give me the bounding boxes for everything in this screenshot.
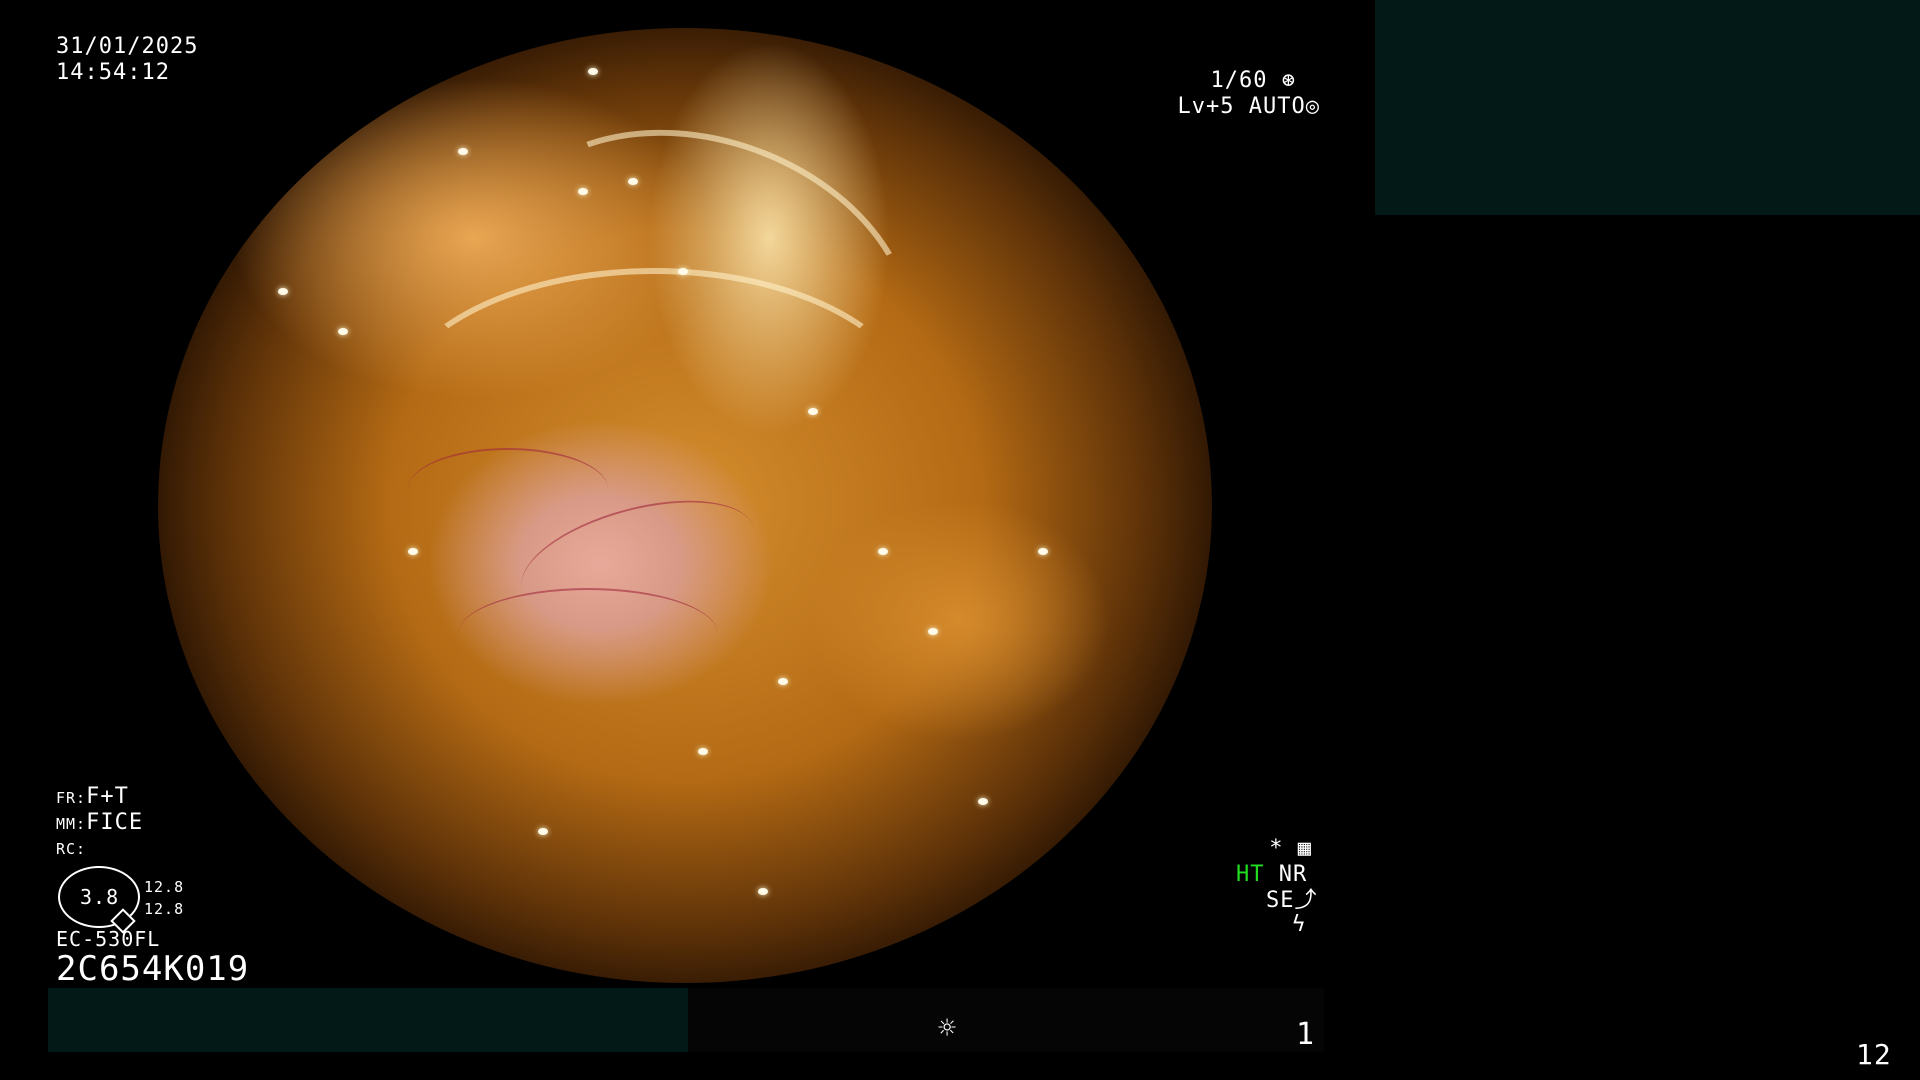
specular-highlight (678, 268, 688, 275)
star-indicator: * ▦ (1240, 836, 1312, 862)
ht-nr-status: HT NR (1236, 862, 1307, 888)
mm-value: FICE (86, 810, 144, 835)
se-text: SE (1266, 888, 1295, 913)
zoom-dial: 3.8 (58, 866, 140, 934)
aperture-icon: ◎ (1305, 94, 1320, 119)
nr-text: NR (1278, 862, 1308, 887)
page-number: 12 (1856, 1038, 1892, 1071)
fr-value: F+T (86, 784, 129, 809)
ht-text: HT (1236, 862, 1265, 887)
bottom-bar (688, 988, 1324, 1052)
specular-highlight (698, 748, 708, 755)
shutter-speed: 1/60 ⊛ (1150, 68, 1296, 94)
time-text: 14:54:12 (56, 60, 170, 85)
specular-highlight (878, 548, 888, 555)
exposure-info: Lv+5 AUTO◎ (1150, 94, 1320, 120)
vessel (458, 588, 718, 680)
star-text: * (1269, 836, 1284, 861)
specular-highlight (588, 68, 598, 75)
specular-highlight (1038, 548, 1048, 555)
lightning-icon: ϟ (1292, 912, 1307, 937)
mm-label: MM: (56, 815, 87, 833)
shutter-icon: ⊛ (1281, 68, 1296, 93)
shutter-value: 1/60 (1210, 68, 1268, 93)
specular-highlight (758, 888, 768, 895)
vessel (408, 448, 608, 530)
fr-label: FR: (56, 789, 87, 807)
endoscope-view (158, 28, 1212, 983)
grid-icon: ▦ (1297, 836, 1312, 861)
specular-highlight (278, 288, 288, 295)
serial-number: 2C654K019 (56, 949, 250, 989)
specular-highlight (538, 828, 548, 835)
dial-right-bottom: 12.8 (144, 900, 185, 918)
mm-setting: MM:FICE (56, 810, 143, 837)
info-panel (1375, 0, 1920, 215)
sun-icon: ☼ (938, 1011, 958, 1046)
specular-highlight (458, 148, 468, 155)
rc-label: RC: (56, 840, 87, 858)
specular-highlight (978, 798, 988, 805)
level-value: Lv+5 (1177, 94, 1235, 119)
fr-setting: FR:F+T (56, 784, 129, 811)
exposure-mode: AUTO (1248, 94, 1306, 119)
specular-highlight (628, 178, 638, 185)
specular-highlight (408, 548, 418, 555)
specular-highlight (338, 328, 348, 335)
specular-highlight (778, 678, 788, 685)
bottom-panel (48, 988, 688, 1052)
date-text: 31/01/2025 (56, 34, 199, 59)
curve-icon: ⤴ (1294, 888, 1318, 913)
specular-highlight (578, 188, 588, 195)
se-status: SE⤴ (1266, 888, 1318, 914)
specular-highlight (808, 408, 818, 415)
specular-highlight (928, 628, 938, 635)
bottom-counter: 1 (1296, 1017, 1316, 1052)
dial-value: 3.8 (80, 885, 120, 909)
